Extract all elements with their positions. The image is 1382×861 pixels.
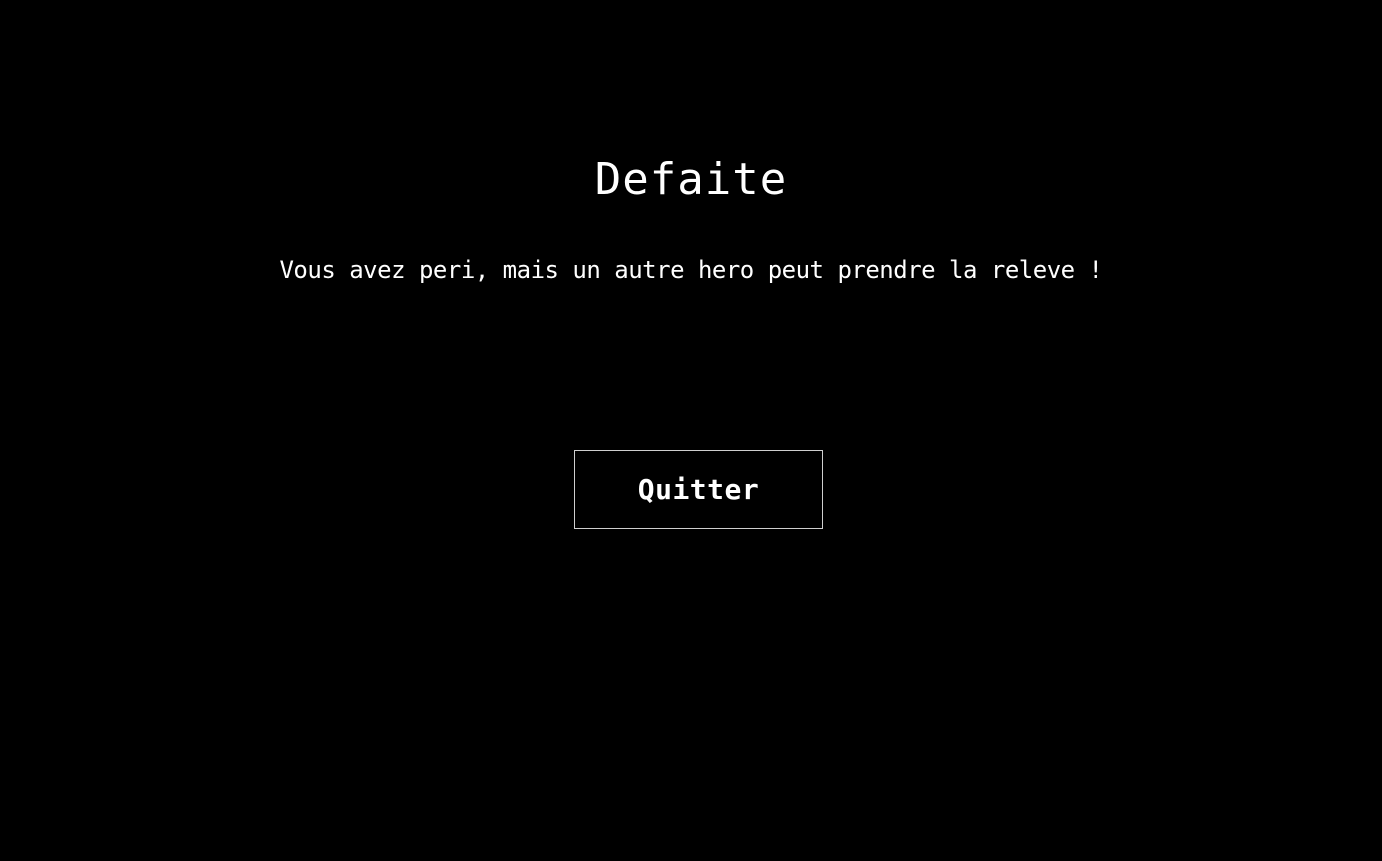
- quit-button-label: Quitter: [637, 473, 760, 506]
- defeat-screen: Defaite Vous avez peri, mais un autre he…: [0, 0, 1382, 861]
- defeat-title: Defaite: [594, 154, 788, 205]
- quit-button[interactable]: Quitter: [574, 450, 823, 529]
- defeat-message: Vous avez peri, mais un autre hero peut …: [279, 256, 1103, 284]
